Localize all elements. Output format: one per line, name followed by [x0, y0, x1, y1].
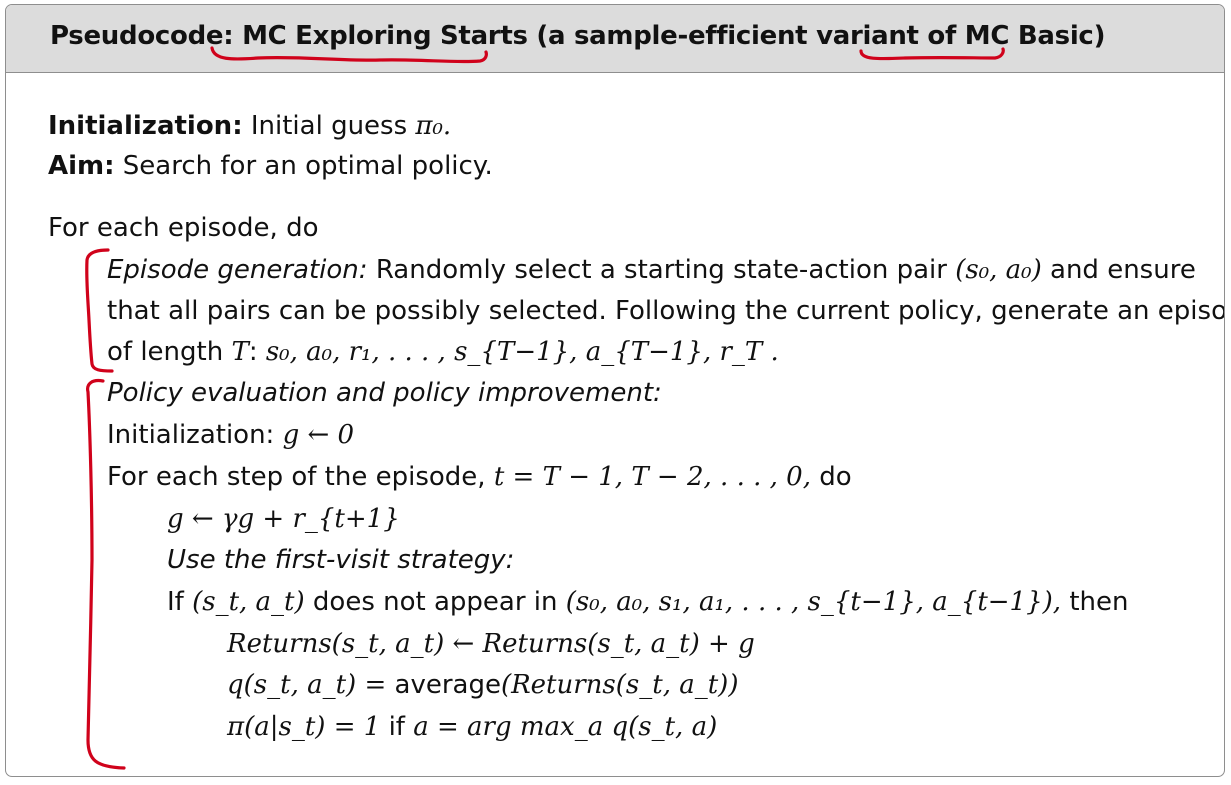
aim-text: Search for an optimal policy.	[122, 151, 493, 181]
title-prefix: Pseudocode:	[50, 21, 234, 51]
step-loop-end: do	[819, 462, 852, 492]
policy-update-right: a = arg max_a q(s_t, a)	[413, 712, 718, 742]
policy-update-if: if	[388, 712, 405, 742]
title-base-name: MC Basic	[964, 21, 1094, 51]
policy-eval-init-text: Initialization:	[107, 420, 275, 450]
title-paren-close: )	[1093, 21, 1106, 51]
episode-gen-line1-end: and ensure	[1050, 255, 1196, 285]
episode-gen-line3-T: T	[231, 337, 249, 367]
step-loop-line: For each step of the episode, t = T − 1,…	[107, 461, 852, 493]
episode-gen-line2-text: that all pairs can be possibly selected.…	[107, 296, 1225, 326]
slide-page: Pseudocode: MC Exploring Starts (a sampl…	[0, 0, 1231, 785]
strategy-text: Use the first-visit strategy:	[167, 545, 515, 575]
g-update-math: g ← γg + r_{t+1}	[167, 504, 400, 534]
if-line: If (s_t, a_t) does not appear in (s₀, a₀…	[167, 586, 1128, 618]
if-text: If	[167, 587, 184, 617]
episode-gen-line3-math: s₀, a₀, r₁, . . . , s_{T−1}, a_{T−1}, r_…	[265, 337, 779, 367]
title-algorithm-name: MC Exploring Starts	[242, 21, 528, 51]
pseudocode-box: Pseudocode: MC Exploring Starts (a sampl…	[5, 4, 1225, 777]
policy-update-left: π(a|s_t) = 1	[227, 712, 381, 742]
init-math: π₀.	[415, 111, 452, 141]
init-text: Initial guess	[250, 111, 408, 141]
g-update-line: g ← γg + r_{t+1}	[167, 503, 400, 535]
returns-update-line: Returns(s_t, a_t) ← Returns(s_t, a_t) + …	[227, 628, 755, 660]
episode-gen-line3-colon: :	[248, 337, 258, 367]
policy-eval-init-math: g ← 0	[282, 420, 355, 450]
if-mid-text: does not appear in	[312, 587, 558, 617]
init-line: Initialization: Initial guess π₀.	[48, 110, 451, 142]
if-math-2: (s₀, a₀, s₁, a₁, . . . , s_{t−1}, a_{t−1…	[565, 587, 1062, 617]
strategy-line: Use the first-visit strategy:	[167, 544, 514, 576]
returns-update-math: Returns(s_t, a_t) ← Returns(s_t, a_t) + …	[227, 629, 755, 659]
policy-update-line: π(a|s_t) = 1 if a = arg max_a q(s_t, a)	[227, 711, 717, 743]
q-update-right: (Returns(s_t, a_t))	[500, 670, 739, 700]
init-label: Initialization:	[48, 111, 243, 141]
episode-gen-line-1: Episode generation: Randomly select a st…	[107, 254, 1196, 286]
if-math-1: (s_t, a_t)	[192, 587, 305, 617]
policy-eval-label: Policy evaluation and policy improvement…	[107, 378, 662, 408]
step-loop-text: For each step of the episode,	[107, 462, 486, 492]
pseudocode-title: Pseudocode: MC Exploring Starts (a sampl…	[50, 21, 1105, 51]
episode-gen-line3-text: of length	[107, 337, 224, 367]
q-update-average: average	[394, 670, 501, 700]
loop-line: For each episode, do	[48, 212, 318, 244]
aim-line: Aim: Search for an optimal policy.	[48, 150, 493, 182]
policy-eval-init-line: Initialization: g ← 0	[107, 419, 354, 451]
episode-gen-line1-math: (s₀, a₀)	[955, 255, 1042, 285]
if-end-text: then	[1069, 587, 1129, 617]
q-update-left: q(s_t, a_t) =	[227, 670, 387, 700]
q-update-line: q(s_t, a_t) = average(Returns(s_t, a_t))	[227, 669, 738, 701]
episode-gen-line1-text: Randomly select a starting state-action …	[375, 255, 947, 285]
loop-text: For each episode, do	[48, 213, 319, 243]
policy-eval-label-line: Policy evaluation and policy improvement…	[107, 377, 662, 409]
episode-gen-label: Episode generation:	[107, 255, 368, 285]
step-loop-math: t = T − 1, T − 2, . . . , 0,	[493, 462, 811, 492]
aim-label: Aim:	[48, 151, 115, 181]
episode-gen-line-2: that all pairs can be possibly selected.…	[107, 295, 1225, 327]
pseudocode-header: Pseudocode: MC Exploring Starts (a sampl…	[6, 5, 1224, 73]
episode-gen-line-3: of length T: s₀, a₀, r₁, . . . , s_{T−1}…	[107, 336, 779, 368]
title-paren-open: (a sample-efficient variant of	[536, 21, 957, 51]
